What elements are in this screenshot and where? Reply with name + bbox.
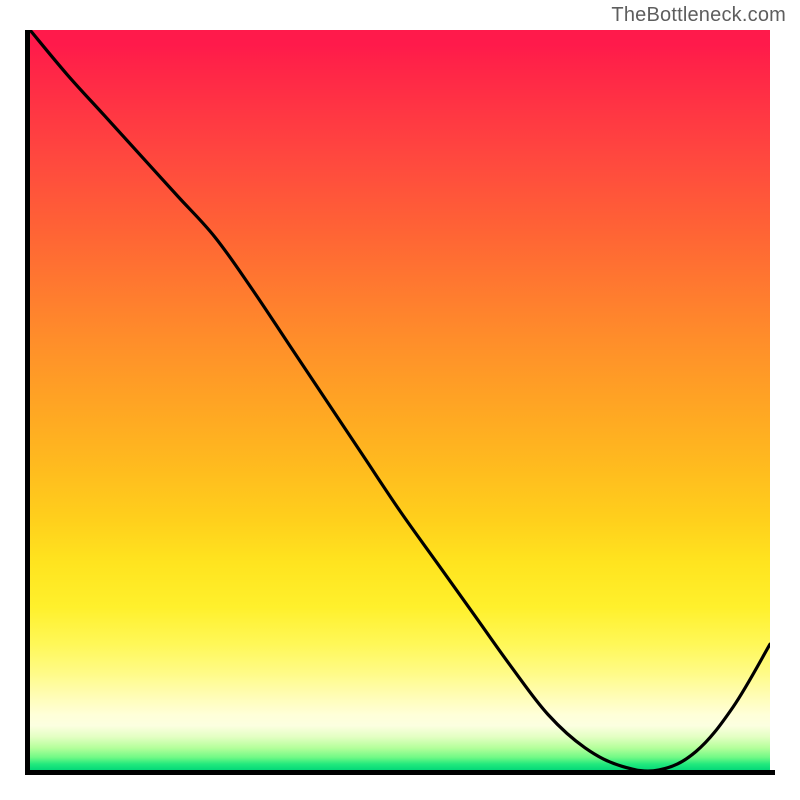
bottleneck-curve [30,30,770,770]
axis-bottom [25,770,775,775]
curve-svg [30,30,770,770]
axis-left [25,30,30,775]
watermark-text: TheBottleneck.com [611,4,786,27]
plot-area [30,30,770,770]
chart-stage: TheBottleneck.com [0,0,800,800]
